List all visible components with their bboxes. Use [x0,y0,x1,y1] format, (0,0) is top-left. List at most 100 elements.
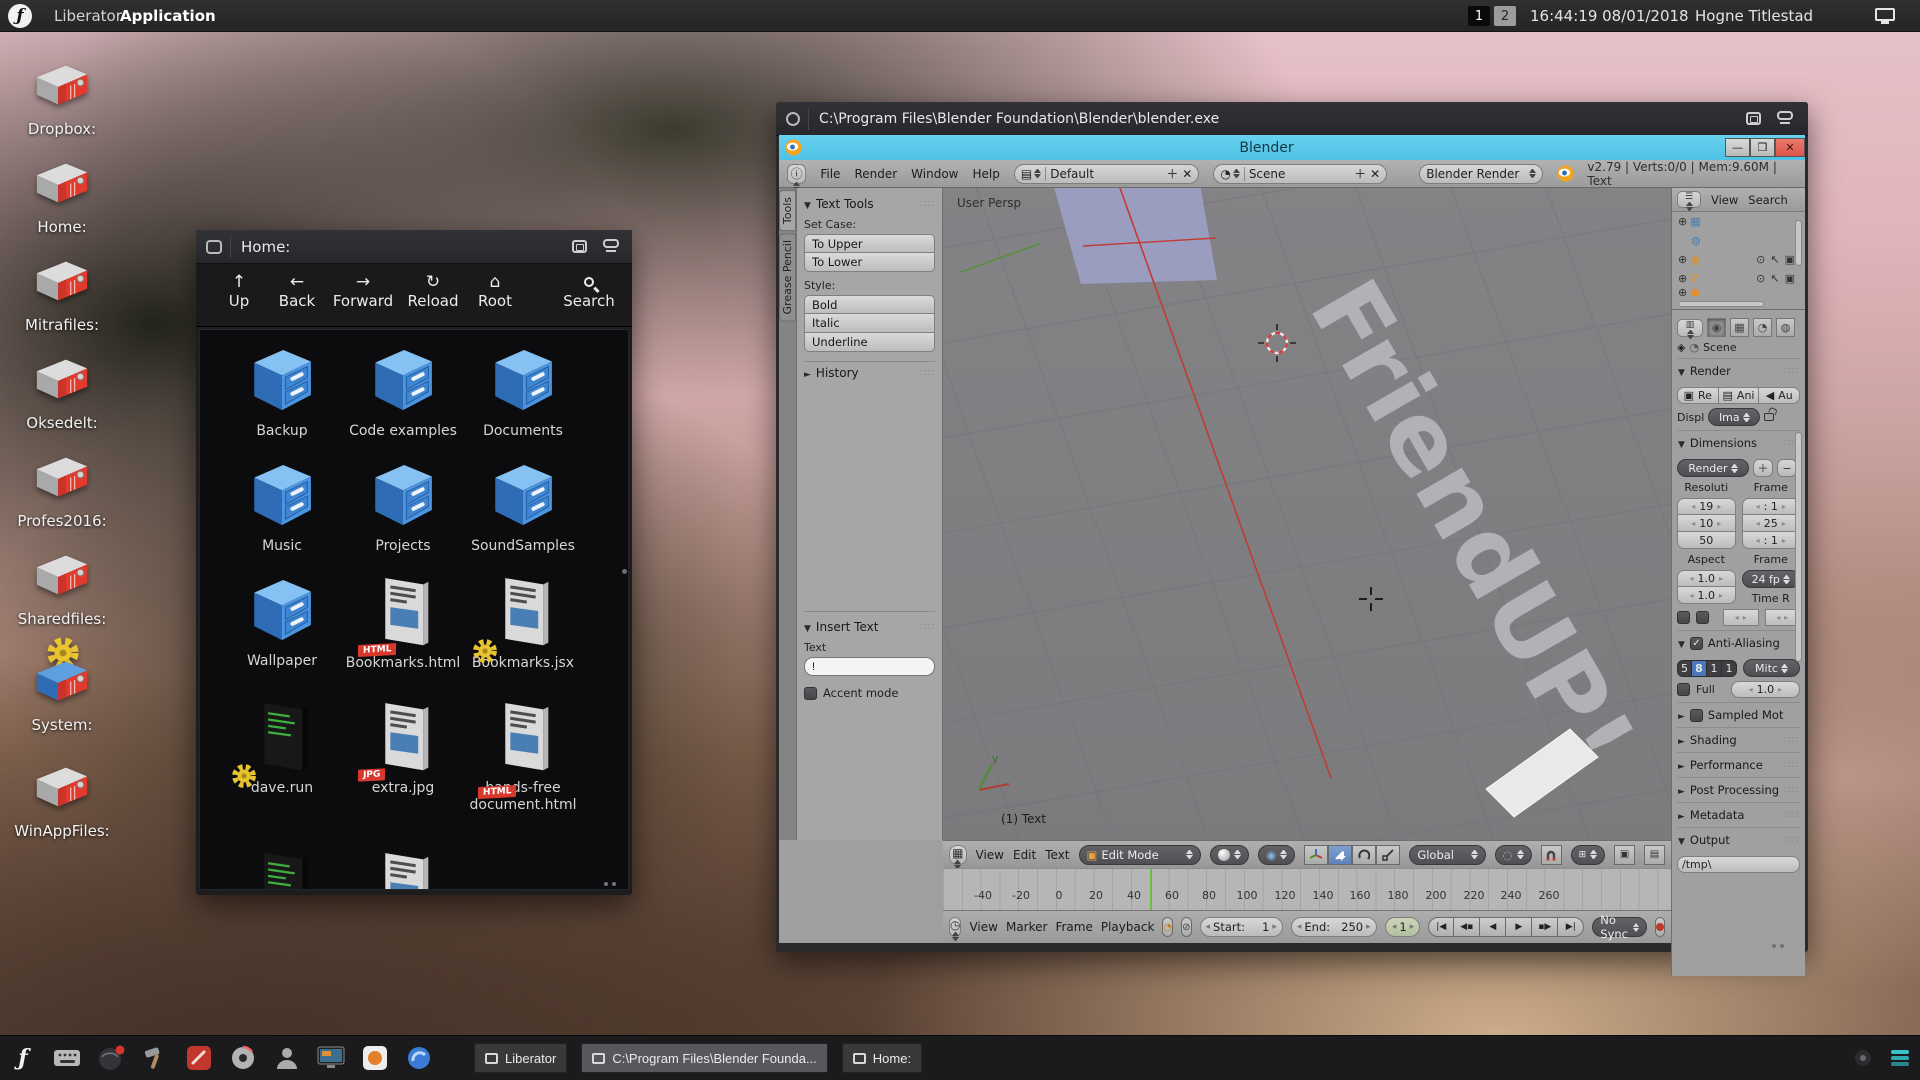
panel-post-processing[interactable]: Post Processing∷∷ [1677,777,1800,802]
opengl-animation-button[interactable]: ▤ [1644,845,1665,865]
italic-button[interactable]: Italic [804,314,935,333]
snap-element-selector[interactable]: ⊞ [1571,845,1606,865]
edit-menu[interactable]: Edit [1013,848,1036,862]
file-projects[interactable]: Projects [344,458,462,555]
collapse-arrow-icon[interactable] [804,197,816,211]
border-checkbox[interactable] [1677,611,1690,624]
tab-render-layers[interactable]: ▦ [1730,318,1749,337]
file-backup[interactable]: Backup [223,343,341,440]
file-partial-2[interactable] [344,848,462,890]
scene-selector[interactable]: ◔ Scene ＋ ✕ [1213,164,1387,184]
aa-checkbox[interactable] [1690,637,1703,650]
desktop-icon-home[interactable]: Home: [10,152,114,236]
to-upper-button[interactable]: To Upper [804,234,935,253]
file-documents[interactable]: Documents [464,343,582,440]
back-button[interactable]: Back [268,272,326,310]
tab-grease-pencil[interactable]: Grease Pencil [779,233,796,321]
timeline-playback-menu[interactable]: Playback [1101,920,1155,934]
panel-metadata[interactable]: Metadata∷∷ [1677,802,1800,827]
lock-icon[interactable] [1764,413,1774,421]
desktop-icon-dropbox[interactable]: Dropbox: [10,54,114,138]
pin-icon[interactable]: ◈ [1677,341,1685,354]
file-soundsamples[interactable]: SoundSamples [464,458,582,555]
current-frame-field[interactable]: 1 [1385,917,1421,937]
next-keyframe-button[interactable]: ▪▶ [1532,917,1558,937]
menu-file[interactable]: File [820,167,840,181]
renderable-camera-icon[interactable]: ▣ [1785,253,1795,266]
current-frame-marker[interactable] [1150,869,1152,911]
desktop-icon-profes2016[interactable]: Profes2016: [10,446,114,530]
properties-vscrollbar[interactable] [1795,432,1802,662]
window-screen-button[interactable] [1774,111,1796,127]
file-code-examples[interactable]: Code examples [344,343,462,440]
tab-render[interactable]: ◉ [1707,318,1726,337]
restore-button[interactable]: ❒ [1750,138,1775,157]
blender-app-titlebar[interactable]: Blender — ❒ ✕ [779,135,1805,160]
visibility-eye-icon[interactable]: ⊙ [1756,272,1765,285]
add-layout-button[interactable]: ＋ [1166,165,1178,182]
remove-preset-button[interactable]: − [1777,459,1797,477]
scrollbar-dot[interactable] [622,569,627,574]
home-titlebar[interactable]: Home: [196,230,632,264]
workspace-1[interactable]: 1 [1468,6,1490,26]
lock-time-toggle[interactable]: ⊘ [1181,917,1191,937]
resolution-y-field[interactable]: 10 [1677,515,1736,532]
bold-button[interactable]: Bold [804,295,935,314]
window-screen-button[interactable] [600,239,622,255]
outliner-search-menu[interactable]: Search [1748,193,1788,207]
selected-face[interactable] [1053,188,1217,284]
outliner-hscrollbar[interactable] [1678,301,1764,307]
play-button[interactable]: ▶ [1506,917,1532,937]
preview-range-toggle[interactable]: ◔ [1162,917,1173,937]
minimize-button[interactable]: — [1725,138,1750,157]
to-lower-button[interactable]: To Lower [804,253,935,272]
fps-selector[interactable]: 24 fp [1742,570,1801,588]
file-dave-run[interactable]: dave.run [223,698,341,797]
editor-type-properties-button[interactable]: ▥ [1677,319,1703,337]
aa-filter-selector[interactable]: Mitc [1743,659,1800,677]
text-menu[interactable]: Text [1045,848,1069,862]
resize-grip[interactable] [604,882,616,886]
selectable-pointer-icon[interactable]: ↖ [1770,253,1779,266]
resize-grip[interactable] [1772,944,1784,948]
pivot-selector[interactable]: ◉ [1258,845,1295,865]
dimensions-preset-selector[interactable]: Render [1677,459,1749,477]
resolution-pct-field[interactable]: 50 [1677,532,1736,549]
screen-layout-selector[interactable]: ▤ Default ＋ ✕ [1014,164,1199,184]
reload-button[interactable]: Reload [400,272,466,310]
root-button[interactable]: Root [466,272,524,310]
insert-text-input[interactable] [804,657,935,676]
window-pages-button[interactable] [568,239,590,255]
file-handsfree-html[interactable]: HTMLhands-free document.html [464,698,582,814]
timeline-frame-menu[interactable]: Frame [1055,920,1092,934]
taskbar-button-blender[interactable]: C:\Program Files\Blender Founda... [581,1043,827,1073]
menu-liberator[interactable]: Liberator [54,0,122,32]
end-frame-field[interactable]: End:250 [1291,917,1377,937]
file-bookmarks-jsx[interactable]: Bookmarks.jsx [464,573,582,672]
render-engine-selector[interactable]: Blender Render [1419,164,1543,184]
desktop-icon-oksedelt[interactable]: Oksedelt: [10,348,114,432]
render-button[interactable]: ▣Re [1677,387,1719,404]
outliner-item-text[interactable]: ⊕∇⊙↖▣ [1672,269,1805,288]
menu-application[interactable]: Application [120,0,216,32]
friend-logo-icon[interactable]: ƒ [8,1043,38,1073]
window-pages-button[interactable] [1742,111,1764,127]
aa-11-button[interactable]: 1 [1707,660,1722,677]
expand-arrow-icon[interactable] [804,366,816,380]
jump-to-start-button[interactable]: |◀ [1428,917,1454,937]
frame-step-field[interactable]: : 1 [1742,532,1801,549]
forward-button[interactable]: Forward [326,272,400,310]
tray-stack-icon[interactable] [1888,1043,1912,1073]
outliner-item-partial[interactable]: ⊕● [1672,288,1805,296]
tab-world[interactable]: ◍ [1776,318,1795,337]
audio-button[interactable]: ◀Au [1759,387,1800,404]
jump-to-end-button[interactable]: ▶| [1558,917,1584,937]
panel-output[interactable]: Output∷∷ [1677,827,1800,852]
close-button[interactable]: ✕ [1775,138,1805,157]
add-scene-button[interactable]: ＋ [1354,165,1366,182]
build-tool-icon[interactable] [140,1043,170,1073]
file-partial-1[interactable] [223,848,341,890]
orientation-selector[interactable]: Global [1409,845,1485,865]
tray-icon-1[interactable] [1852,1043,1874,1073]
auto-keyframe-button[interactable] [1655,917,1665,937]
